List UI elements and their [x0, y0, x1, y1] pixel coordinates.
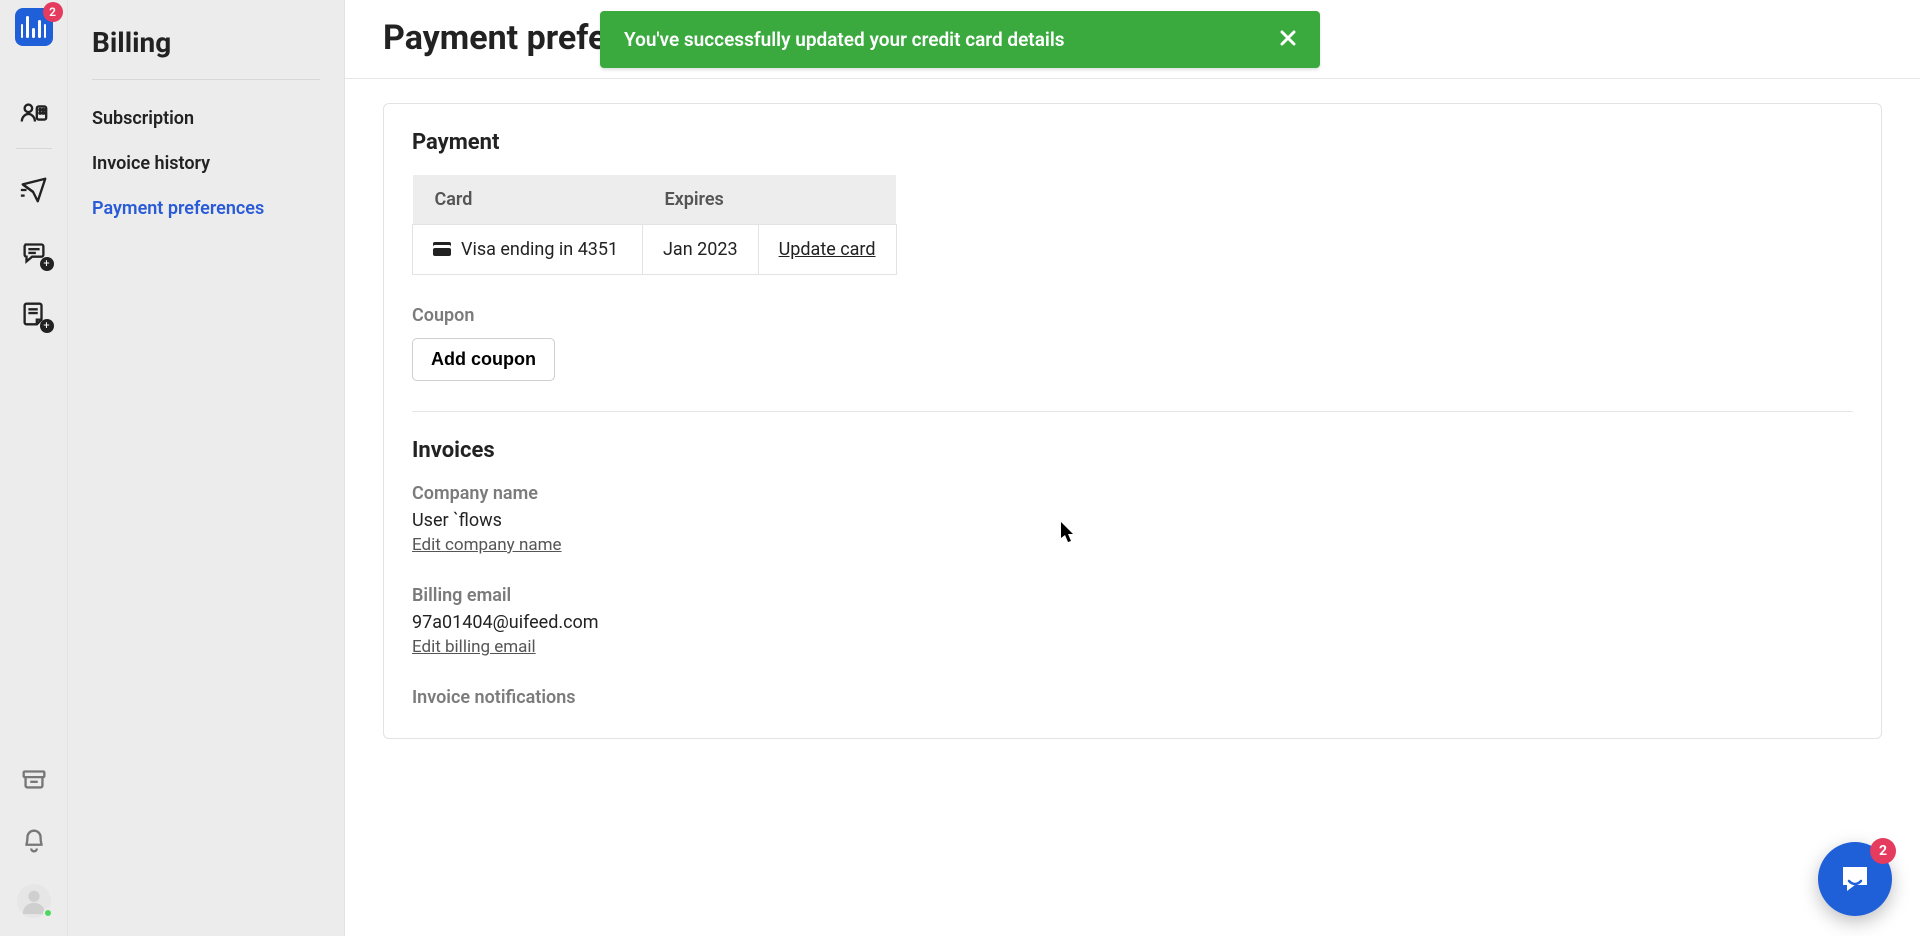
col-actions — [758, 175, 896, 225]
sidebar-separator — [92, 79, 320, 80]
nav-notifications[interactable] — [0, 810, 68, 872]
section-separator — [412, 411, 1853, 412]
edit-company-name-link[interactable]: Edit company name — [412, 535, 562, 555]
nav-contacts[interactable] — [0, 82, 68, 144]
app-logo[interactable]: 2 — [15, 8, 53, 46]
toast-message: You've successfully updated your credit … — [624, 28, 1065, 51]
edit-billing-email-link[interactable]: Edit billing email — [412, 637, 536, 657]
logo-badge: 2 — [43, 2, 63, 22]
user-avatar[interactable] — [17, 884, 51, 918]
plus-badge-icon: + — [40, 257, 54, 271]
presence-indicator — [43, 908, 53, 918]
send-icon — [19, 175, 49, 205]
invoices-heading: Invoices — [412, 438, 1853, 463]
col-expires: Expires — [643, 175, 759, 225]
payment-card: Payment Card Expires Visa ending in 4351… — [383, 103, 1882, 739]
coupon-heading: Coupon — [412, 305, 1853, 326]
card-cell: Visa ending in 4351 — [413, 225, 643, 275]
chat-badge: 2 — [1870, 838, 1896, 864]
close-icon — [1280, 30, 1296, 46]
nav-send[interactable] — [0, 159, 68, 221]
payment-heading: Payment — [412, 130, 1853, 155]
col-card: Card — [413, 175, 643, 225]
billing-email-label: Billing email — [412, 585, 1853, 606]
add-coupon-button[interactable]: Add coupon — [412, 338, 555, 381]
main: Payment preferences Payment Card Expires… — [344, 0, 1920, 936]
nav-archive[interactable] — [0, 748, 68, 810]
toast-close-button[interactable] — [1264, 27, 1296, 52]
expires-cell: Jan 2023 — [643, 225, 759, 275]
archive-icon — [19, 764, 49, 794]
plus-badge-icon: + — [40, 319, 54, 333]
payment-row: Visa ending in 4351 Jan 2023 Update card — [413, 225, 897, 275]
bell-icon — [19, 826, 49, 856]
rail-separator — [16, 148, 52, 149]
company-name-value: User `flows — [412, 510, 1853, 531]
invoice-notifications-label: Invoice notifications — [412, 687, 1853, 708]
billing-email-value: 97a01404@uifeed.com — [412, 612, 1853, 633]
update-card-link[interactable]: Update card — [779, 239, 876, 260]
sidebar-item-payment-preferences[interactable]: Payment preferences — [68, 186, 344, 231]
sidebar-title: Billing — [68, 0, 344, 79]
payment-table: Card Expires Visa ending in 4351 Jan 202… — [412, 175, 897, 275]
credit-card-icon — [433, 242, 451, 256]
nav-new-message[interactable]: + — [0, 221, 68, 283]
chat-launcher[interactable]: 2 — [1818, 842, 1892, 916]
sidebar-item-subscription[interactable]: Subscription — [68, 96, 344, 141]
success-toast: You've successfully updated your credit … — [600, 11, 1320, 68]
nav-rail: 2 + + — [0, 0, 68, 936]
sidebar-item-invoice-history[interactable]: Invoice history — [68, 141, 344, 186]
company-name-label: Company name — [412, 483, 1853, 504]
chat-icon — [1837, 861, 1873, 897]
sidebar: Billing Subscription Invoice history Pay… — [68, 0, 344, 936]
card-text: Visa ending in 4351 — [461, 239, 618, 260]
contacts-icon — [19, 98, 49, 128]
nav-new-note[interactable]: + — [0, 283, 68, 345]
